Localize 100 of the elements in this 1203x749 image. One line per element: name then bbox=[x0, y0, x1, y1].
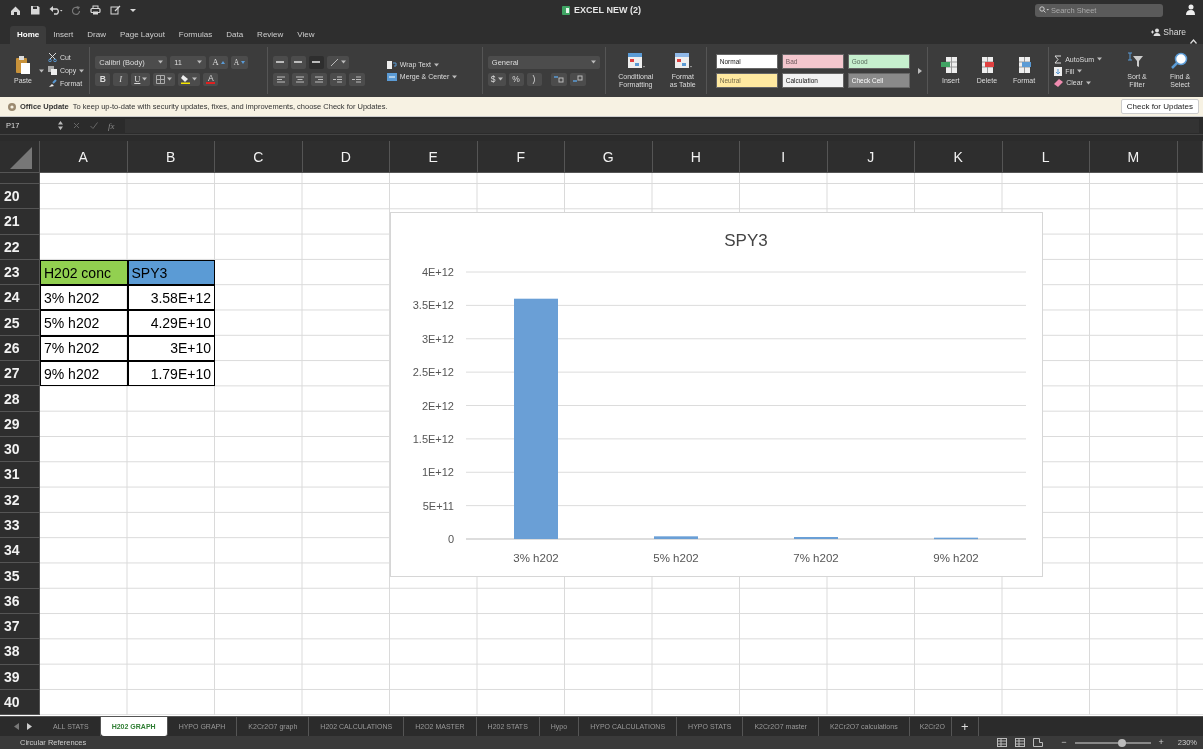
stepper-icon[interactable] bbox=[58, 121, 63, 130]
row-header[interactable]: 20 bbox=[0, 184, 40, 210]
row-header[interactable]: 38 bbox=[0, 639, 40, 665]
row-header[interactable]: 32 bbox=[0, 487, 40, 513]
ribbon-tab[interactable]: Draw bbox=[80, 26, 113, 44]
column-header[interactable]: D bbox=[302, 141, 390, 173]
comma-style-button[interactable]: ) bbox=[526, 72, 542, 86]
bold-button[interactable]: B bbox=[95, 72, 111, 86]
decrease-decimal-button[interactable] bbox=[569, 72, 586, 86]
decrease-indent-button[interactable] bbox=[329, 72, 346, 86]
column-header[interactable]: I bbox=[740, 141, 828, 173]
check-updates-button[interactable]: Check for Updates bbox=[1120, 99, 1199, 114]
column-header[interactable]: L bbox=[1002, 141, 1090, 173]
account-icon[interactable] bbox=[1185, 4, 1195, 16]
row-header[interactable]: 21 bbox=[0, 209, 40, 235]
edit-sheet-icon[interactable] bbox=[110, 5, 121, 15]
row-header[interactable]: 29 bbox=[0, 411, 40, 437]
insert-function-button[interactable]: fx bbox=[108, 120, 115, 131]
row-header[interactable]: 24 bbox=[0, 285, 40, 311]
select-all-corner[interactable] bbox=[0, 141, 40, 173]
previous-sheet-icon[interactable] bbox=[14, 723, 19, 730]
fill-color-button[interactable] bbox=[178, 72, 201, 86]
share-button[interactable]: Share bbox=[1147, 27, 1190, 37]
row-header[interactable]: 28 bbox=[0, 386, 40, 412]
redo-icon[interactable] bbox=[72, 5, 81, 15]
ribbon-tab[interactable]: Formulas bbox=[171, 26, 220, 44]
column-header[interactable]: H bbox=[652, 141, 740, 173]
row-header[interactable]: 22 bbox=[0, 234, 40, 260]
row-header[interactable]: 34 bbox=[0, 538, 40, 564]
increase-indent-button[interactable] bbox=[348, 72, 365, 86]
undo-icon[interactable] bbox=[49, 5, 63, 15]
ribbon-tab[interactable]: Insert bbox=[46, 26, 81, 44]
align-bottom-button[interactable] bbox=[308, 55, 324, 69]
table-cell[interactable]: 4.29E+10 bbox=[127, 310, 215, 336]
borders-button[interactable] bbox=[153, 72, 176, 86]
ribbon-tab[interactable]: Data bbox=[219, 26, 251, 44]
zoom-in-button[interactable]: + bbox=[1158, 738, 1164, 747]
page-break-view-icon[interactable] bbox=[1033, 738, 1044, 747]
ribbon-tab[interactable]: Review bbox=[250, 26, 291, 44]
row-header[interactable]: 31 bbox=[0, 462, 40, 488]
zoom-slider[interactable] bbox=[1074, 741, 1151, 744]
align-top-button[interactable] bbox=[272, 55, 288, 69]
row-header[interactable]: 37 bbox=[0, 614, 40, 640]
column-header[interactable]: G bbox=[565, 141, 653, 173]
cancel-icon[interactable] bbox=[73, 122, 80, 129]
column-header[interactable]: A bbox=[40, 141, 128, 173]
header-cell[interactable]: H202 conc bbox=[40, 259, 128, 286]
home-icon[interactable] bbox=[10, 4, 21, 16]
check-icon[interactable] bbox=[90, 122, 98, 129]
table-cell[interactable]: 9% h202 bbox=[40, 361, 128, 387]
row-header[interactable]: 33 bbox=[0, 512, 40, 539]
row-header[interactable]: 27 bbox=[0, 361, 40, 387]
zoom-out-button[interactable]: − bbox=[1061, 738, 1067, 747]
orientation-button[interactable] bbox=[326, 55, 349, 69]
ribbon-tab[interactable]: Home bbox=[10, 26, 47, 44]
page-layout-view-icon[interactable] bbox=[1015, 738, 1026, 747]
table-cell[interactable]: 3% h202 bbox=[40, 285, 128, 311]
more-styles-icon[interactable] bbox=[917, 67, 922, 74]
collapse-ribbon-icon[interactable] bbox=[1190, 39, 1197, 44]
row-header[interactable]: 23 bbox=[0, 259, 40, 286]
row-header[interactable]: 25 bbox=[0, 310, 40, 336]
center-button[interactable] bbox=[291, 72, 308, 86]
formula-field[interactable] bbox=[124, 118, 1199, 133]
align-left-button[interactable] bbox=[272, 72, 289, 86]
ribbon-tab[interactable]: View bbox=[290, 26, 322, 44]
align-right-button[interactable] bbox=[310, 72, 327, 86]
customize-caret-icon[interactable] bbox=[130, 7, 136, 13]
column-header[interactable]: J bbox=[827, 141, 915, 173]
grow-font-button[interactable]: A bbox=[209, 55, 228, 69]
column-header[interactable]: E bbox=[390, 141, 478, 173]
currency-button[interactable]: $ bbox=[487, 72, 506, 86]
table-cell[interactable]: 7% h202 bbox=[40, 335, 128, 362]
normal-view-icon[interactable] bbox=[997, 738, 1008, 747]
save-icon[interactable] bbox=[30, 5, 40, 15]
table-cell[interactable]: 3.58E+12 bbox=[127, 285, 215, 311]
slider-thumb[interactable] bbox=[1117, 738, 1126, 747]
row-header[interactable]: 36 bbox=[0, 588, 40, 615]
column-header[interactable]: K bbox=[915, 141, 1003, 173]
column-header[interactable]: M bbox=[1090, 141, 1178, 173]
percent-button[interactable]: % bbox=[508, 72, 524, 86]
italic-button[interactable]: I bbox=[113, 72, 129, 86]
next-sheet-icon[interactable] bbox=[27, 723, 32, 730]
increase-decimal-button[interactable] bbox=[550, 72, 567, 86]
table-cell[interactable]: 3E+10 bbox=[127, 335, 215, 362]
column-header[interactable]: F bbox=[477, 141, 565, 173]
ribbon-tab[interactable]: Page Layout bbox=[112, 26, 172, 44]
table-cell[interactable]: 5% h202 bbox=[40, 310, 128, 336]
print-icon[interactable] bbox=[90, 5, 101, 15]
row-header[interactable]: 26 bbox=[0, 335, 40, 362]
header-cell[interactable]: SPY3 bbox=[127, 259, 215, 286]
row-header[interactable]: 30 bbox=[0, 436, 40, 463]
column-header[interactable]: B bbox=[127, 141, 215, 173]
row-header[interactable]: 40 bbox=[0, 689, 40, 716]
column-header[interactable]: C bbox=[215, 141, 303, 173]
underline-button[interactable]: U bbox=[131, 72, 151, 86]
align-middle-button[interactable] bbox=[290, 55, 306, 69]
row-header[interactable]: 39 bbox=[0, 664, 40, 690]
table-cell[interactable]: 1.79E+10 bbox=[127, 361, 215, 387]
font-color-button[interactable]: A bbox=[203, 72, 219, 86]
row-header[interactable]: 35 bbox=[0, 563, 40, 589]
